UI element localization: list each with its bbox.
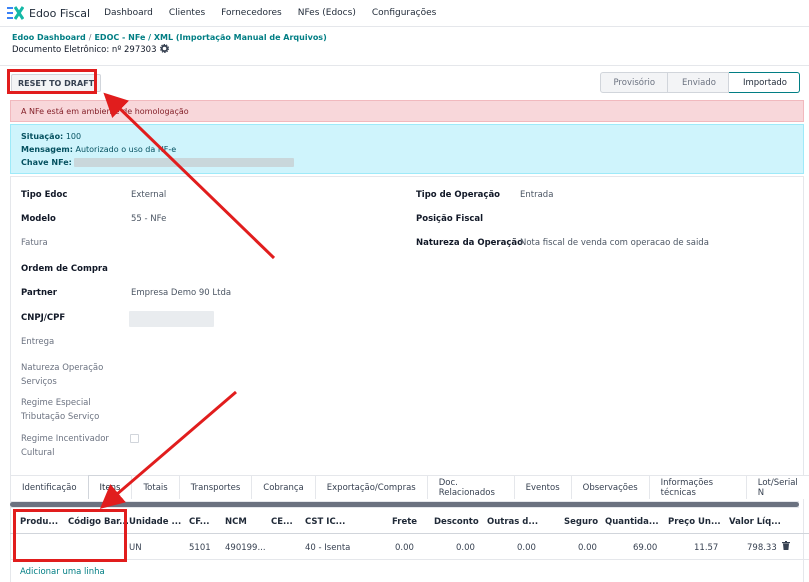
col-codigo-barras[interactable]: Código Bar... [68,517,129,527]
tab-lot-serial[interactable]: Lot/Serial N [745,475,809,499]
nav-configuracoes[interactable]: Configurações [372,8,436,18]
cell-outras-despesas[interactable]: 0.00 [517,543,536,553]
gear-icon[interactable] [160,43,170,56]
label-entrega: Entrega [21,337,55,347]
cell-cst-icms[interactable]: 40 - Isenta [305,543,350,553]
stage-enviado[interactable]: Enviado [668,72,729,93]
cell-ncm[interactable]: 490199... [225,543,266,553]
situacao-label: Situação: [21,132,64,141]
stage-importado[interactable]: Importado [728,72,800,93]
nav-nfes[interactable]: NFes (Edocs) [298,8,356,18]
label-natureza-operacao: Natureza da Operação [416,238,523,248]
tab-identificacao[interactable]: Identificação [10,475,89,499]
breadcrumb-separator: / [88,33,92,42]
cell-unidade[interactable]: UN [129,543,142,553]
stage-provisorio[interactable]: Provisório [600,72,669,93]
label-posicao-fiscal: Posição Fiscal [416,214,484,224]
col-ncm[interactable]: NCM [225,517,247,527]
label-partner: Partner [21,288,58,298]
tab-cobranca[interactable]: Cobrança [251,475,316,499]
situacao-alert: Situação: 100 Mensagem: Autorizado o uso… [10,124,804,174]
cell-preco-unitario[interactable]: 11.57 [694,543,718,553]
trash-icon[interactable] [782,541,790,553]
value-tipo-edoc[interactable]: External [131,188,166,202]
tab-totais[interactable]: Totais [131,475,180,499]
value-modelo[interactable]: 55 - NFe [131,212,166,226]
chave-redacted [74,158,295,167]
top-navbar: Edoo Fiscal Dashboard Clientes Fornecedo… [0,0,809,27]
cell-cfop[interactable]: 5101 [189,543,211,553]
cnpj-redacted [129,311,214,327]
col-outras-despesas[interactable]: Outras d... [487,517,538,527]
breadcrumb: Edoo Dashboard / EDOC - NFe / XML (Importa… [12,33,327,42]
tab-itens[interactable]: Itens [87,475,133,499]
mensagem-label: Mensagem: [21,145,73,154]
situacao-value: 100 [65,132,82,141]
col-valor-liquido[interactable]: Valor Líq... [729,517,781,527]
label-cnpj: CNPJ/CPF [21,313,66,323]
col-frete[interactable]: Frete [392,517,417,527]
tab-doc-relacionados[interactable]: Doc. Relacionados [426,475,515,499]
app-logo-icon[interactable] [7,6,24,20]
label-fatura: Fatura [21,238,48,248]
tab-exportacao[interactable]: Exportação/Compras [314,475,428,499]
value-tipo-operacao[interactable]: Entrada [520,188,553,202]
col-desconto[interactable]: Desconto [434,517,479,527]
cell-desconto[interactable]: 0.00 [456,543,475,553]
col-cest[interactable]: CE... [271,517,293,527]
mensagem-value: Autorizado o uso da NF-e [75,145,177,154]
regime-incentivador-checkbox[interactable] [130,434,139,443]
label-tipo-edoc: Tipo Edoc [21,190,68,200]
breadcrumb-edoc[interactable]: EDOC - NFe / XML (Importação Manual de A… [94,33,326,42]
chave-label: Chave NFe: [21,158,72,167]
label-modelo: Modelo [21,214,56,224]
items-table-header: Produ... Código Bar... Unidade ... CF...… [10,511,809,534]
label-tipo-operacao: Tipo de Operação [416,190,501,200]
cell-seguro[interactable]: 0.00 [578,543,597,553]
value-natureza-operacao[interactable]: Nota fiscal de venda com operacao de sai… [520,236,709,250]
page-title: Documento Eletrônico: nº 297303 [12,43,170,56]
notebook-tabs: Identificação Itens Totais Transportes C… [10,475,809,499]
nav-dashboard[interactable]: Dashboard [104,8,153,18]
homologacao-alert: A NFe está em ambiente de homologação [10,100,804,122]
nav-clientes[interactable]: Clientes [169,8,205,18]
tab-observacoes[interactable]: Observações [570,475,650,499]
horizontal-scrollbar[interactable] [10,501,799,508]
col-preco-unitario[interactable]: Preço Un... [668,517,721,527]
value-partner[interactable]: Empresa Demo 90 Ltda [131,286,231,300]
label-natureza-servicos: Natureza Operação Serviços [21,363,104,387]
tab-transportes[interactable]: Transportes [178,475,253,499]
table-row[interactable]: UN 5101 490199... 40 - Isenta 0.00 0.00 … [10,534,809,560]
col-quantidade[interactable]: Quantida... [605,517,659,527]
col-cfop[interactable]: CF... [189,517,209,527]
tab-eventos[interactable]: Eventos [513,475,572,499]
control-panel: RESET TO DRAFT Provisório Enviado Import… [0,65,809,99]
scrollbar-thumb[interactable] [10,502,799,507]
homologacao-text: A NFe está em ambiente de homologação [21,107,189,116]
app-brand[interactable]: Edoo Fiscal [29,7,90,20]
col-produto[interactable]: Produ... [20,517,58,527]
breadcrumb-dashboard[interactable]: Edoo Dashboard [12,33,86,42]
nav-fornecedores[interactable]: Fornecedores [221,8,282,18]
reset-to-draft-button[interactable]: RESET TO DRAFT [11,74,102,92]
col-seguro[interactable]: Seguro [564,517,598,527]
col-cst-icms[interactable]: CST IC... [305,517,345,527]
status-bar: Provisório Enviado Importado [600,72,800,93]
document-title: Documento Eletrônico: nº 297303 [12,45,157,55]
cell-valor-liquido[interactable]: 798.33 [747,543,777,553]
col-unidade[interactable]: Unidade ... [129,517,181,527]
tab-informacoes-tecnicas[interactable]: Informações técnicas [648,475,747,499]
label-regime-incentivador: Regime Incentivador Cultural [21,434,109,458]
label-ordem-compra: Ordem de Compra [21,264,108,274]
label-regime-especial: Regime Especial Tributação Serviço [21,398,100,422]
add-line-link[interactable]: Adicionar uma linha [20,567,105,577]
cell-quantidade[interactable]: 69.00 [633,543,657,553]
cell-frete[interactable]: 0.00 [395,543,414,553]
